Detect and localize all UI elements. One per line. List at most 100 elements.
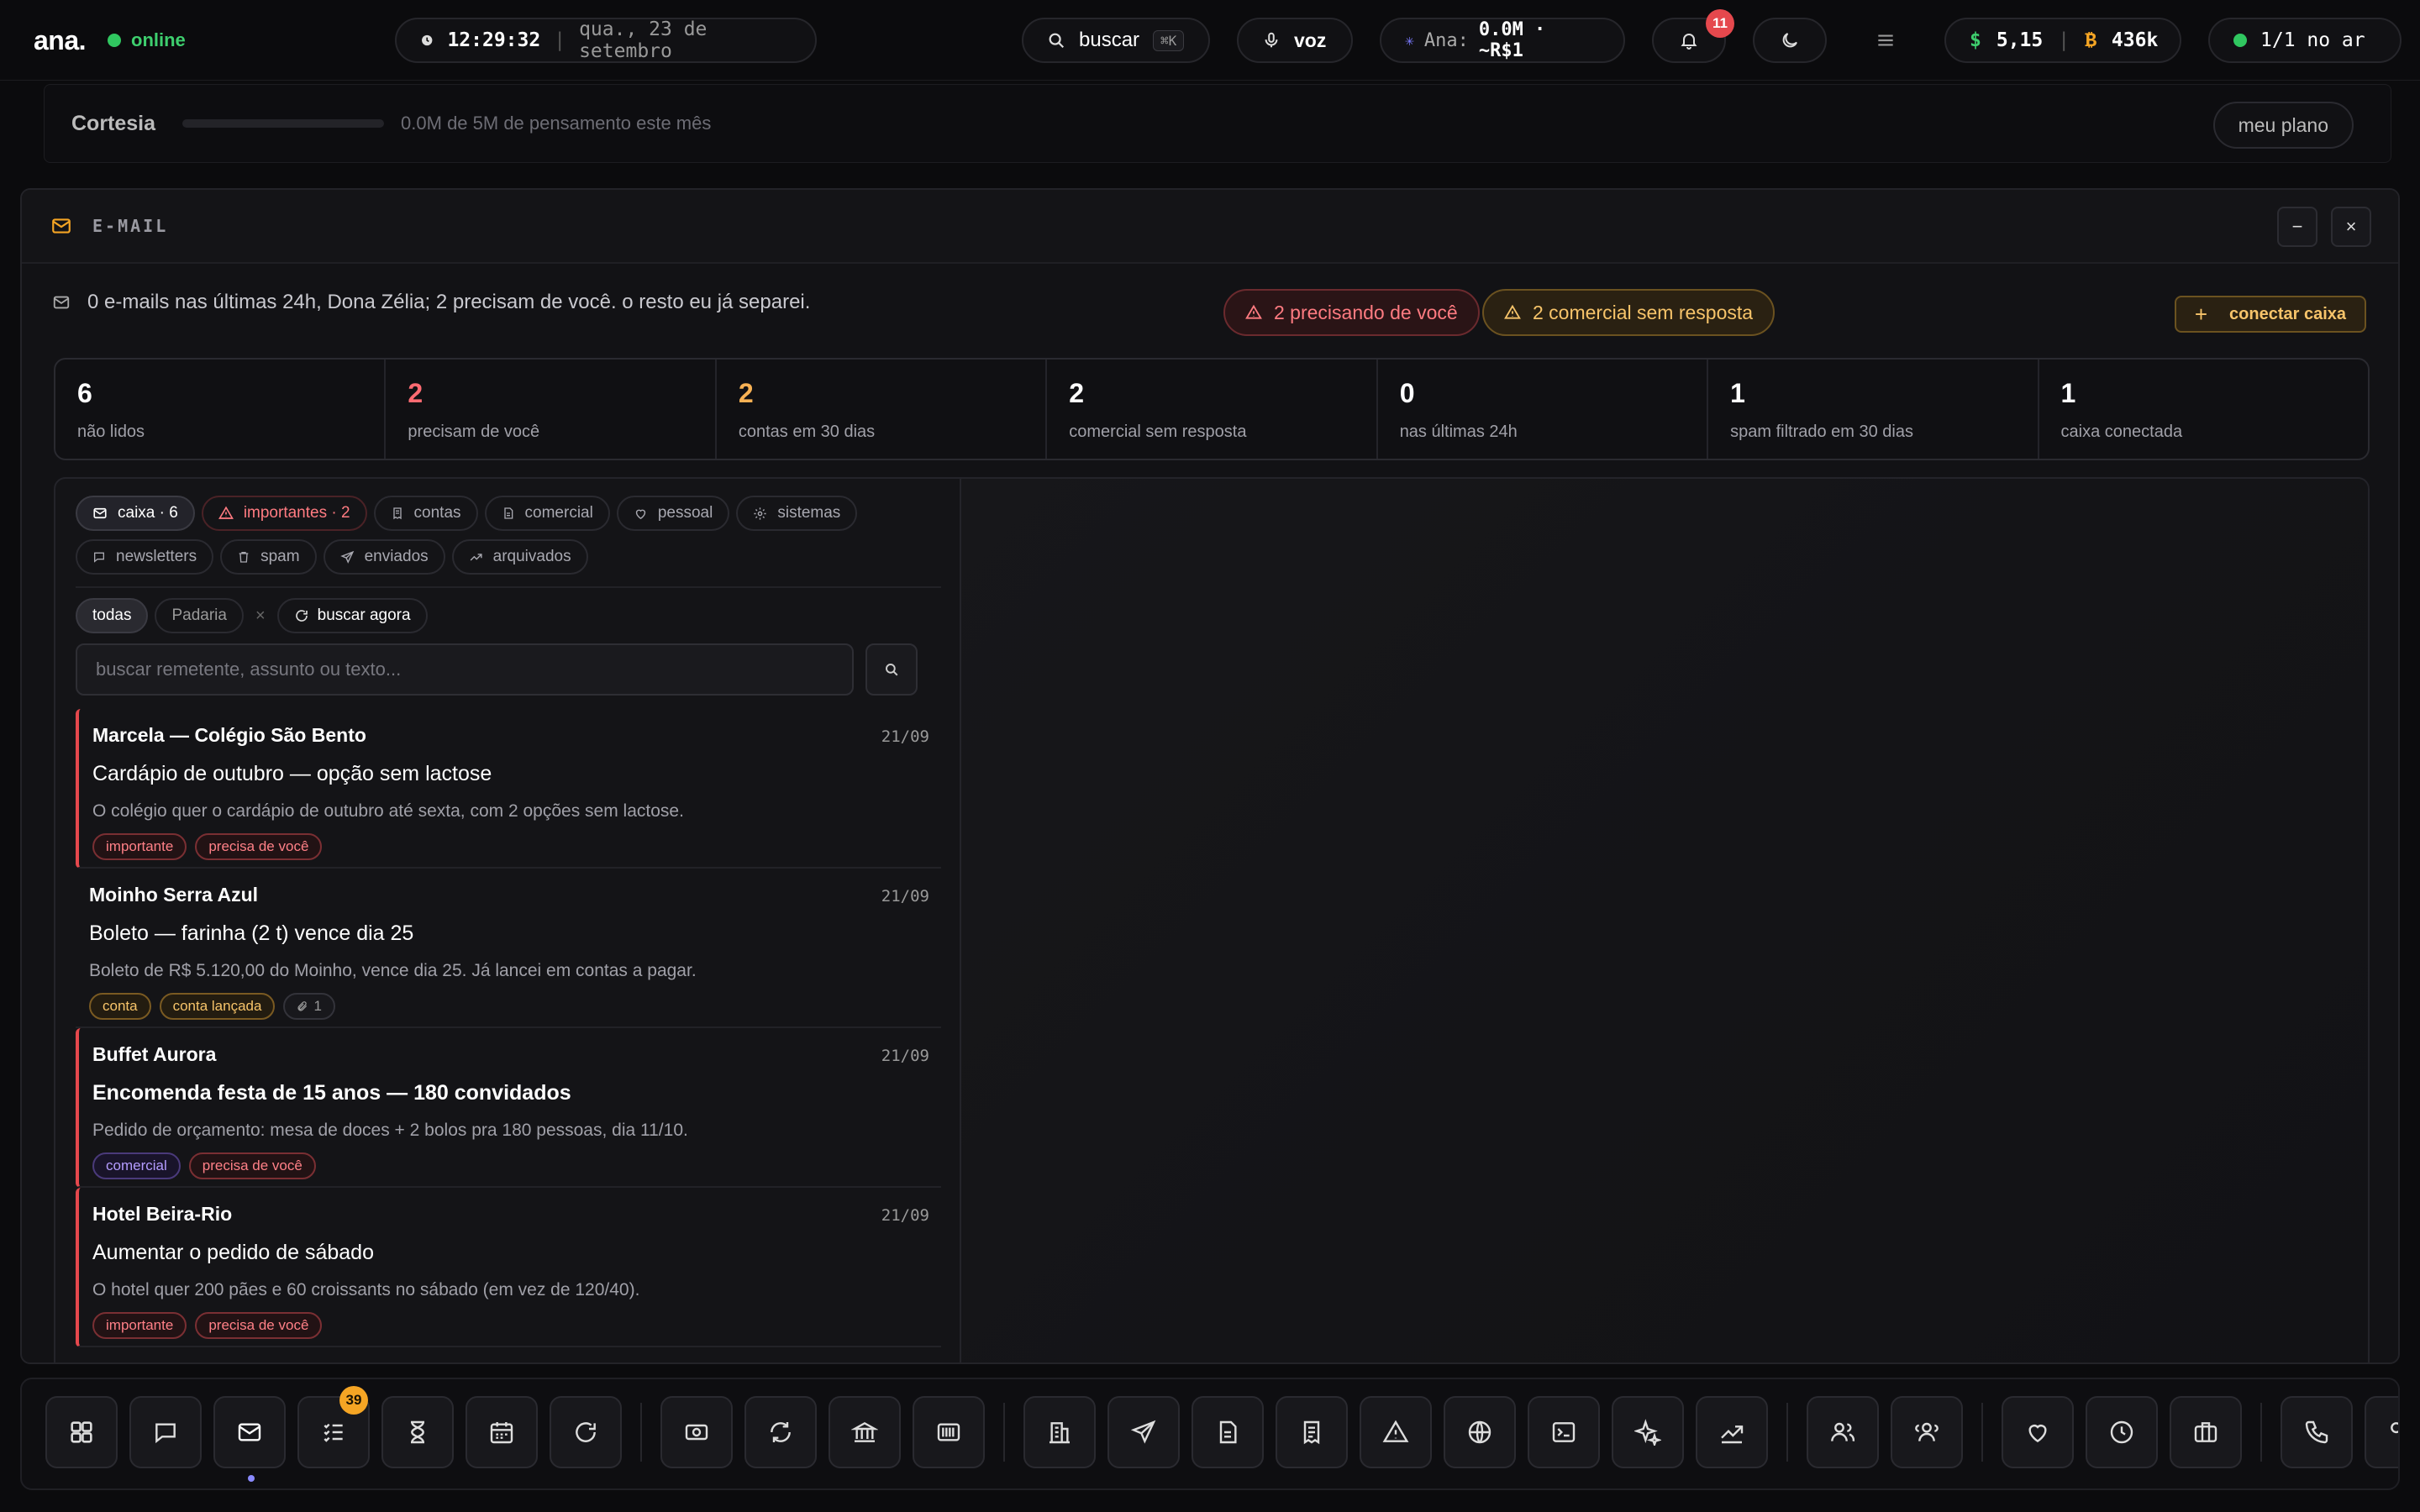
theme-toggle-button[interactable] xyxy=(1753,18,1827,63)
dock-transfers[interactable] xyxy=(744,1396,817,1468)
email-tags: importante precisa de você xyxy=(92,1312,928,1339)
folder-newsletters[interactable]: newsletters xyxy=(76,539,214,575)
email-search-button[interactable] xyxy=(865,643,918,696)
email-subject: Cardápio de outubro — opção sem lactose xyxy=(92,762,492,785)
folder-label: contas xyxy=(413,504,461,522)
document-icon xyxy=(1219,1420,1237,1444)
search-now-button[interactable]: buscar agora xyxy=(276,598,428,633)
folder-commercial[interactable]: comercial xyxy=(484,496,610,531)
microphone-icon xyxy=(1265,32,1278,48)
stat-label: caixa conectada xyxy=(2060,423,2183,441)
stat-unread[interactable]: 6 não lidos xyxy=(55,360,387,459)
tag-needs-you: precisa de você xyxy=(188,1152,316,1179)
folder-personal[interactable]: pessoal xyxy=(616,496,730,531)
email-tags: importante precisa de você xyxy=(92,833,928,860)
hourglass-icon xyxy=(411,1420,424,1444)
stat-commercial[interactable]: 2 comercial sem resposta xyxy=(1047,360,1378,459)
users-icon xyxy=(1831,1422,1855,1441)
dock-tasks[interactable]: 39 xyxy=(297,1386,370,1468)
dock-key[interactable] xyxy=(2365,1396,2398,1468)
dock-separator xyxy=(1981,1403,1983,1462)
dock-barcode[interactable] xyxy=(913,1396,985,1468)
filter-account-padaria[interactable]: Padaria xyxy=(155,598,244,633)
folder-systems[interactable]: sistemas xyxy=(736,496,858,531)
warning-icon xyxy=(1245,304,1262,319)
voice-button[interactable]: voz xyxy=(1237,18,1353,63)
email-sender: Marcela — Colégio São Bento xyxy=(92,724,366,746)
dock-receipts[interactable] xyxy=(1276,1396,1348,1468)
active-indicator xyxy=(248,1475,255,1482)
dock-ai[interactable] xyxy=(1612,1396,1684,1468)
connect-inbox-button[interactable]: + conectar caixa xyxy=(2174,296,2366,333)
dock-health[interactable] xyxy=(2002,1396,2074,1468)
dock-dashboard[interactable] xyxy=(45,1396,118,1468)
email-list-item[interactable]: Buffet Aurora 21/09 Encomenda festa de 1… xyxy=(76,1028,941,1188)
ana-usage-pill[interactable]: ✳ Ana: 0.0M · ~R$1 xyxy=(1380,18,1625,63)
status-dot xyxy=(108,34,121,47)
clock-icon xyxy=(422,34,433,46)
dock-timer[interactable] xyxy=(381,1396,454,1468)
folder-archived[interactable]: arquivados xyxy=(451,539,588,575)
dock-chat[interactable] xyxy=(129,1396,202,1468)
email-list-item[interactable]: Marcela — Colégio São Bento 21/09 Cardáp… xyxy=(76,709,941,869)
air-status-pill[interactable]: 1/1 no ar xyxy=(2208,18,2402,63)
folder-important[interactable]: importantes · 2 xyxy=(201,496,367,531)
email-date: 21/09 xyxy=(881,887,929,906)
balance-pill[interactable]: $ 5,15 | ₿ 436k xyxy=(1944,18,2181,63)
clock-pill[interactable]: 12:29:32 | qua., 23 de setembro xyxy=(395,18,817,63)
email-search-input[interactable]: buscar remetente, assunto ou texto... xyxy=(76,643,854,696)
email-stats: 6 não lidos 2 precisam de você 2 contas … xyxy=(54,358,2370,460)
stat-spam[interactable]: 1 spam filtrado em 30 dias xyxy=(1708,360,2039,459)
folder-label: spam xyxy=(260,548,300,565)
dock-phone[interactable] xyxy=(2281,1396,2353,1468)
email-list-item[interactable]: Moinho Serra Azul 21/09 Boleto — farinha… xyxy=(76,869,941,1028)
commercial-alert[interactable]: 2 comercial sem resposta xyxy=(1482,289,1776,336)
stat-need-you[interactable]: 2 precisam de você xyxy=(386,360,717,459)
notifications-button[interactable]: 11 xyxy=(1652,9,1734,63)
dock-send[interactable] xyxy=(1107,1396,1180,1468)
minimize-button[interactable]: − xyxy=(2277,207,2317,247)
dock-team[interactable] xyxy=(1807,1396,1879,1468)
global-search-button[interactable]: buscar ⌘K xyxy=(1022,18,1210,63)
stat-bills[interactable]: 2 contas em 30 dias xyxy=(717,360,1048,459)
stat-value: 0 xyxy=(1399,378,1415,408)
email-list-item[interactable]: Hotel Beira-Rio 21/09 Aumentar o pedido … xyxy=(76,1188,941,1347)
dock-analytics[interactable] xyxy=(1696,1396,1768,1468)
receipt-icon xyxy=(392,507,402,520)
dock-cash[interactable] xyxy=(660,1396,733,1468)
dock-documents[interactable] xyxy=(1192,1396,1264,1468)
ana-usage-value: 0.0M · ~R$1 xyxy=(1478,19,1546,61)
remove-filter-button[interactable]: × xyxy=(250,606,271,626)
dock-web[interactable] xyxy=(1444,1396,1516,1468)
alert-icon xyxy=(218,506,234,519)
folder-inbox[interactable]: caixa · 6 xyxy=(76,496,195,531)
folder-label: comercial xyxy=(524,504,593,522)
dock-icons: 39 xyxy=(45,1386,2398,1482)
stat-value: 1 xyxy=(2060,378,2076,408)
email-summary: 0 e-mails nas últimas 24h, Dona Zélia; 2… xyxy=(52,291,810,314)
app-logo[interactable]: ana. xyxy=(34,18,87,63)
dock-email[interactable] xyxy=(213,1396,286,1482)
folder-spam[interactable]: spam xyxy=(220,539,317,575)
tag-bill: conta xyxy=(89,993,151,1020)
dock-routines[interactable] xyxy=(550,1396,622,1468)
filter-all[interactable]: todas xyxy=(76,598,149,633)
dock-history[interactable] xyxy=(2086,1396,2158,1468)
close-button[interactable]: × xyxy=(2331,207,2371,247)
folder-bills[interactable]: contas xyxy=(373,496,478,531)
stat-last-24h[interactable]: 0 nas últimas 24h xyxy=(1378,360,1709,459)
dock-briefcase[interactable] xyxy=(2170,1396,2242,1468)
dock-calendar[interactable] xyxy=(466,1396,538,1468)
folder-sent[interactable]: enviados xyxy=(323,539,445,575)
dock-bank[interactable] xyxy=(829,1396,901,1468)
stat-connected-inbox[interactable]: 1 caixa conectada xyxy=(2039,360,2368,459)
dock-alerts[interactable] xyxy=(1360,1396,1432,1468)
dock-company[interactable] xyxy=(1023,1396,1096,1468)
menu-button[interactable] xyxy=(1867,18,1904,63)
dock-terminal[interactable] xyxy=(1528,1396,1600,1468)
dock-separator xyxy=(1786,1403,1788,1462)
dock-clients[interactable] xyxy=(1891,1396,1963,1468)
my-plan-button[interactable]: meu plano xyxy=(2212,102,2354,149)
tag-needs-you: precisa de você xyxy=(195,833,323,860)
needs-you-alert[interactable]: 2 precisando de você xyxy=(1223,289,1480,336)
